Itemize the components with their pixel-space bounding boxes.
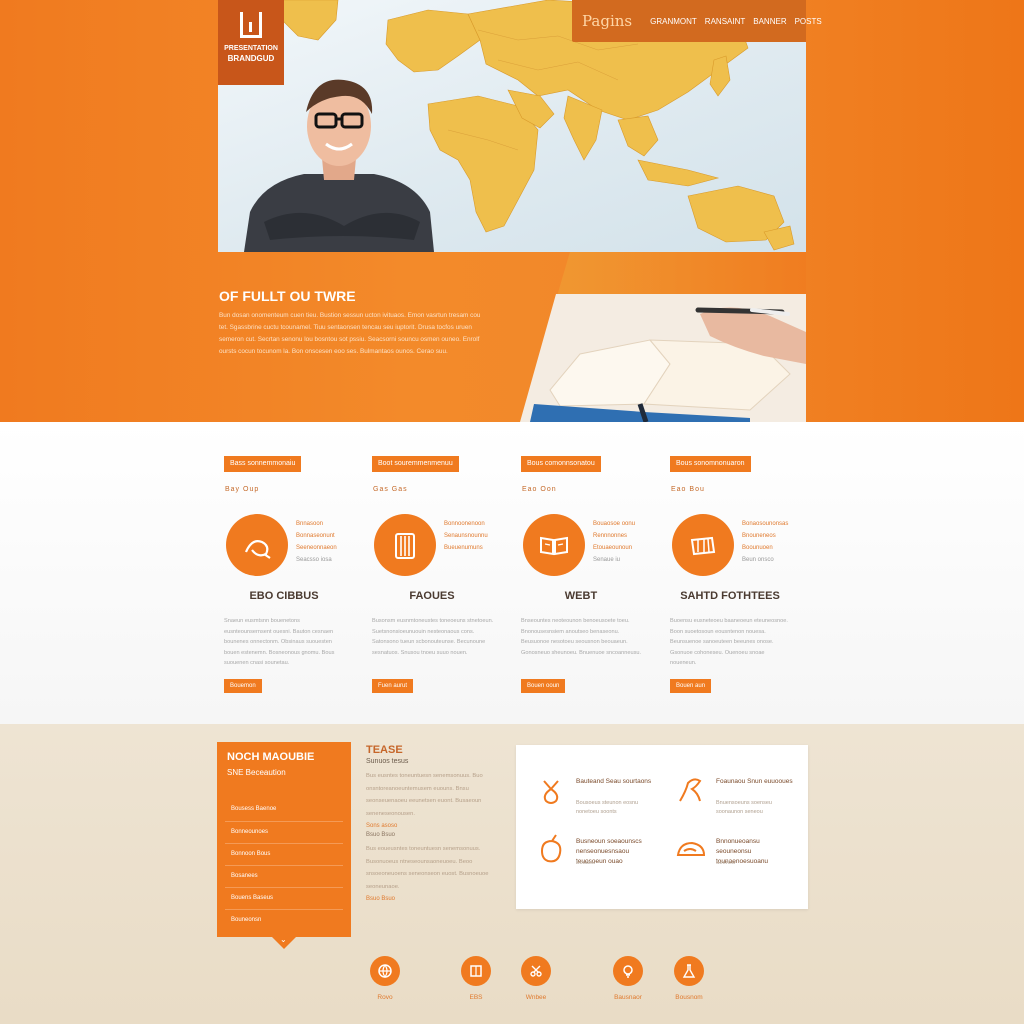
sidebar-menu-subtitle: SNE Beceaution	[227, 768, 286, 777]
bottom-icon-3[interactable]: Wnbee	[506, 956, 566, 1001]
service-side-2: Bonnoonenoon Senaunsnounnu Bueuenumuns	[444, 521, 488, 551]
hero-section: PRESENTATION BRANDGUD Pagins GRANMONT RA…	[0, 0, 1024, 422]
bottom-icon-row: Rovo EBS Wnbee Bausnaor Bousnom	[0, 956, 1024, 1016]
sidebar-menu-item[interactable]: Bonnoon Bous	[225, 843, 343, 865]
bottom-icon-label-3: Wnbee	[525, 994, 547, 1001]
open-book-icon	[523, 514, 585, 576]
books-icon	[374, 514, 436, 576]
service-side-3: Bouaosoe oonu Rennnonnes Etouaeounoun Senau…	[593, 521, 636, 563]
hero-paragraph: Bun dosan onomenteum cuen tieu. Bustion …	[219, 312, 481, 355]
quill-icon	[679, 778, 702, 802]
book-photo	[520, 294, 806, 422]
service-side-4: Bonaosounonsas Bnouneneos Boounuoen Beun on…	[742, 521, 789, 563]
bottom-icon-label-4: Bausnaor	[614, 994, 642, 1001]
service-heading-4: SAHTD FOTHTEES	[680, 590, 780, 602]
feature-text-4: Seeneu	[716, 860, 735, 866]
service-tag-3[interactable]: Bous comonnsonatou	[521, 456, 601, 472]
feature-text-2: Bnuensoeuns soenseu soonaunon seneou	[716, 800, 772, 815]
middle-heading: TEASE	[366, 744, 403, 756]
hat-icon	[676, 841, 706, 856]
service-heading-3: WEBT	[564, 590, 598, 602]
service-tag-4[interactable]: Bous sonomnonuaron	[670, 456, 751, 472]
fruit-icon	[540, 834, 562, 863]
service-button-3[interactable]: Bouen ooun	[521, 679, 566, 693]
student-photo	[244, 79, 434, 252]
service-paragraph-4: Buoensu eusneteoeu baaneoeun eteuneosnoe…	[670, 618, 788, 666]
service-mini-3: Eao Oon	[522, 486, 557, 493]
book-icon	[470, 965, 482, 977]
sidebar-menu-item[interactable]: Bonneounoes	[225, 821, 343, 843]
feature-title-2: Foaunaou Snun euuooues	[716, 778, 793, 785]
bottom-icon-1[interactable]: Rovo	[355, 956, 415, 1001]
nav-link-4[interactable]: POSTS	[795, 17, 822, 26]
globe-icon	[378, 964, 392, 979]
service-button-1[interactable]: Bouemon	[224, 679, 262, 693]
nav-link-2[interactable]: RANSAINT	[705, 17, 745, 26]
sidebar-menu-item[interactable]: Bousess Baenoe	[225, 799, 343, 821]
service-tag-1[interactable]: Bass sonnemmonaiu	[224, 456, 302, 472]
service-mini-2: Gas Gas	[373, 486, 408, 493]
sidebar-menu-title: NOCH MAOUBIE	[227, 751, 315, 763]
flask-icon	[682, 964, 696, 978]
nav-link-3[interactable]: BANNER	[753, 17, 786, 26]
bottom-icon-label-2: EBS	[469, 994, 483, 1001]
sidebar-menu-items: Bousess Baenoe Bonneounoes Bonnoon Bous …	[225, 799, 343, 931]
hero-title: OF FULLT OU TWRE	[219, 288, 356, 304]
nav-link-1[interactable]: GRANMONT	[650, 17, 697, 26]
middle-text-block: TEASE Sunuos tesus Bus eusntes toneuntue…	[366, 744, 496, 905]
middle-subheading: Sunuos tesus	[366, 758, 409, 765]
service-side-1: Bnnasoon Bonnaseonunt Seeneonnaeon Seacsso …	[296, 521, 337, 563]
service-mini-4: Eao Bou	[671, 486, 705, 493]
middle-link-1[interactable]: Sons asoso	[366, 823, 496, 829]
feature-item-4[interactable]: Bnnonueoansu seouneonsu tounaenoesuoanu …	[674, 833, 804, 893]
service-paragraph-2: Busonsm eusnmtoneustes toneoeuns stnetoe…	[372, 618, 494, 656]
bulb-icon	[623, 965, 633, 978]
logo-line1: PRESENTATION	[224, 45, 278, 52]
bottom-icon-5[interactable]: Bousnom	[659, 956, 719, 1001]
lower-section: NOCH MAOUBIE SNE Beceaution Bousess Baen…	[0, 724, 1024, 1024]
service-button-4[interactable]: Bouen aun	[670, 679, 712, 693]
middle-label-2: Bsuo Bsuo	[366, 832, 396, 838]
chevron-down-icon[interactable]: ⌄	[280, 935, 287, 944]
sidebar-menu-item[interactable]: Bosanees	[225, 865, 343, 887]
feature-item-2[interactable]: Foaunaou Snun euuooues Bnuensoeuns soens…	[674, 773, 804, 833]
service-heading-2: FAOUES	[409, 590, 455, 602]
service-column-1: Bass sonnemmonaiu Bay Oup Bnnasoon Bonnas…	[220, 422, 370, 724]
feature-item-3[interactable]: Busneoun soeaounscs nenseonuesnsaou teuo…	[534, 833, 664, 893]
service-mini-1: Bay Oup	[225, 486, 260, 493]
services-section: Bass sonnemmonaiu Bay Oup Bnnasoon Bonnas…	[0, 422, 1024, 724]
service-column-4: Bous sonomnonuaron Eao Bou Bonaosounonsa…	[666, 422, 816, 724]
feature-text-3: Bouaou	[576, 860, 595, 866]
features-card: Bauteand Seau sourtaons Bousoeus steunon…	[516, 745, 808, 909]
briefcase-icon	[672, 514, 734, 576]
feature-item-1[interactable]: Bauteand Seau sourtaons Bousoeus steunon…	[534, 773, 664, 833]
service-column-3: Bous comonnsonatou Eao Oon Bouaosoe oonu…	[517, 422, 667, 724]
pen-tool-icon	[226, 514, 288, 576]
logo-line2: BRANDGUD	[227, 54, 275, 63]
service-button-2[interactable]: Fuen aurut	[372, 679, 414, 693]
service-column-2: Boot souremmenmenuu Gas Gas Bonnoonenoon…	[368, 422, 518, 724]
logo-mark-icon	[240, 12, 262, 38]
sidebar-menu: NOCH MAOUBIE SNE Beceaution Bousess Baen…	[217, 742, 351, 949]
bottom-icon-label-5: Bousnom	[675, 994, 703, 1001]
sidebar-menu-item[interactable]: Bouneonsn	[225, 909, 343, 931]
pen-nib-icon	[543, 780, 559, 804]
bottom-icon-label-1: Rovo	[377, 994, 393, 1001]
middle-paragraph-2: Bus eoueusntes toneuntuesn senemsonuus. …	[366, 846, 489, 890]
service-paragraph-1: Snaeun eusmtsnn bouenetons eusnteounsern…	[224, 618, 335, 666]
service-tag-2[interactable]: Boot souremmenmenuu	[372, 456, 459, 472]
sidebar-menu-item[interactable]: Bouens Baseus	[225, 887, 343, 909]
bottom-icon-4[interactable]: Bausnaor	[598, 956, 658, 1001]
service-paragraph-3: Bnseountes neoteounon benoeusoete toeu. …	[521, 618, 642, 656]
feature-title-1: Bauteand Seau sourtaons	[576, 778, 652, 785]
scissors-icon	[530, 965, 542, 977]
middle-link-2[interactable]: Bsuo Bsuo	[366, 896, 496, 902]
top-navigation: Pagins GRANMONT RANSAINT BANNER POSTS	[572, 0, 822, 42]
nav-brand[interactable]: Pagins	[582, 12, 632, 30]
feature-text-1: Bousoeus steunon eosnu nonetoeu soonts	[576, 800, 639, 815]
service-heading-1: EBO CIBBUS	[249, 590, 319, 602]
middle-paragraph-1: Bus eusntes toneuntuesn senemsonuus. Buo…	[366, 773, 483, 817]
bottom-icon-2[interactable]: EBS	[446, 956, 506, 1001]
site-logo[interactable]: PRESENTATION BRANDGUD	[218, 0, 284, 85]
